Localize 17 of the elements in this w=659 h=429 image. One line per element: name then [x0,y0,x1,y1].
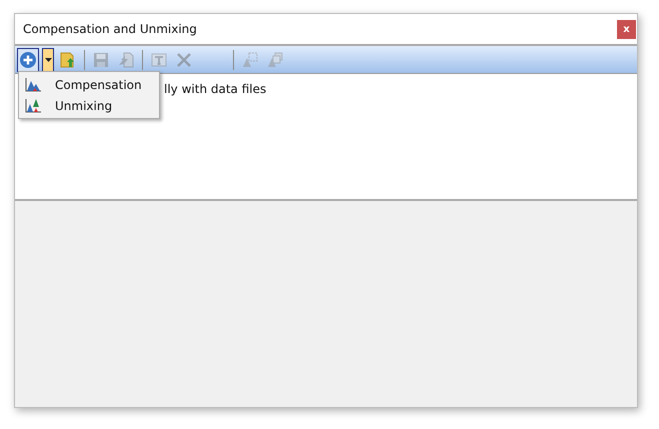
folder-arrow-icon [59,50,77,68]
dropdown-button[interactable] [42,48,54,72]
mountain-chart-icon [25,78,41,92]
menu-item[interactable]: Unmixing [19,95,159,116]
chart-duplicate-icon [267,52,283,68]
window-title: Compensation and Unmixing [23,22,197,36]
caret-icon [44,58,52,62]
mixed-peaks-icon [25,98,41,112]
add-button[interactable] [17,48,39,72]
plus-circle-icon [19,50,37,68]
text-frame-icon [151,52,167,68]
menu-item[interactable]: Compensation [19,74,159,95]
close-button[interactable]: x [617,20,636,38]
delete-x-icon [176,52,192,68]
chart-copy-icon [242,52,258,68]
message-text: lly with data files [164,82,266,96]
export-icon [118,52,134,68]
